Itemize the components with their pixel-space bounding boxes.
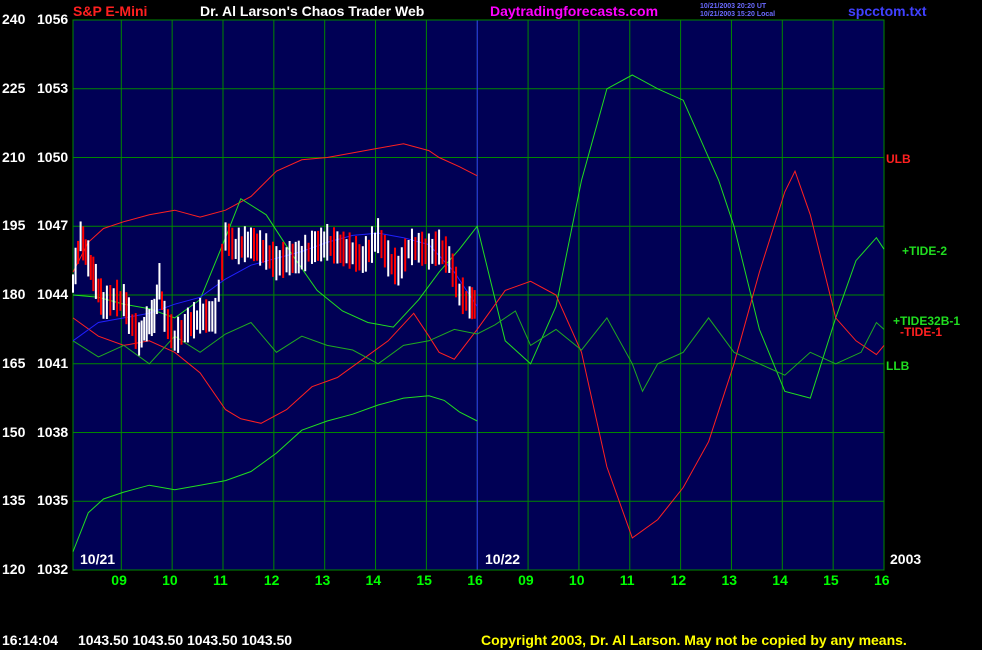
series-label-tide2: +TIDE-2 (902, 244, 948, 258)
y-tick-label-price: 1050 (37, 148, 69, 165)
footer-copyright: Copyright 2003, Dr. Al Larson. May not b… (481, 632, 907, 648)
x-tick-label: 09 (518, 572, 534, 588)
y-tick-label-left: 165 (2, 354, 26, 371)
x-tick-label: 09 (111, 572, 127, 588)
x-tick-label: 15 (823, 572, 839, 588)
y-tick-label-price: 1056 (37, 11, 69, 27)
chart-window: S&P E-Mini Dr. Al Larson's Chaos Trader … (0, 0, 982, 650)
y-tick-label-price: 1035 (37, 492, 69, 509)
y-tick-label-left: 135 (2, 492, 26, 509)
y-tick-label-price: 1038 (37, 423, 69, 440)
footer-quote: 1043.50 1043.50 1043.50 1043.50 (78, 632, 293, 648)
y-tick-label-price: 1053 (37, 79, 69, 96)
x-tick-label: 15 (416, 572, 432, 588)
title-left: S&P E-Mini (73, 3, 148, 19)
y-tick-label-left: 120 (2, 561, 26, 577)
y-tick-label-price: 1032 (37, 561, 69, 577)
y-tick-label-left: 225 (2, 79, 26, 96)
y-tick-label-price: 1047 (37, 217, 69, 234)
x-tick-label: 14 (772, 572, 788, 588)
year-label: 2003 (890, 551, 922, 567)
x-tick-label: 16 (874, 572, 890, 588)
series-label-tide1: -TIDE-1 (900, 325, 942, 339)
title-center: Dr. Al Larson's Chaos Trader Web (200, 3, 425, 19)
site-link[interactable]: Daytradingforecasts.com (490, 4, 658, 18)
x-tick-label: 11 (212, 572, 228, 588)
date-marker-1: 10/21 (80, 551, 116, 567)
y-tick-label-left: 195 (2, 217, 26, 234)
x-tick-label: 12 (263, 572, 280, 588)
file-name: spcctom.txt (848, 3, 927, 19)
time-local: 10/21/2003 15:20 Local (700, 11, 776, 18)
time-ut: 10/21/2003 20:20 UT (700, 3, 767, 10)
y-tick-label-price: 1041 (37, 354, 69, 371)
x-tick-label: 12 (670, 572, 687, 588)
series-label-llb: LLB (886, 359, 910, 373)
date-marker-2: 10/22 (485, 551, 521, 567)
footer-time: 16:14:04 (2, 632, 59, 648)
x-tick-label: 14 (365, 572, 382, 588)
y-tick-label-price: 1044 (37, 286, 69, 302)
x-tick-label: 13 (314, 572, 331, 588)
y-tick-label-left: 240 (2, 11, 26, 27)
x-tick-label: 10 (162, 572, 178, 588)
y-tick-label-left: 180 (2, 286, 26, 302)
x-tick-label: 16 (467, 572, 483, 588)
x-tick-label: 11 (619, 572, 635, 588)
series-label-ulb: ULB (886, 152, 911, 166)
x-tick-label: 10 (568, 572, 585, 588)
y-tick-label-left: 210 (2, 148, 26, 165)
y-tick-label-left: 150 (2, 423, 26, 440)
x-tick-label: 13 (721, 572, 738, 588)
